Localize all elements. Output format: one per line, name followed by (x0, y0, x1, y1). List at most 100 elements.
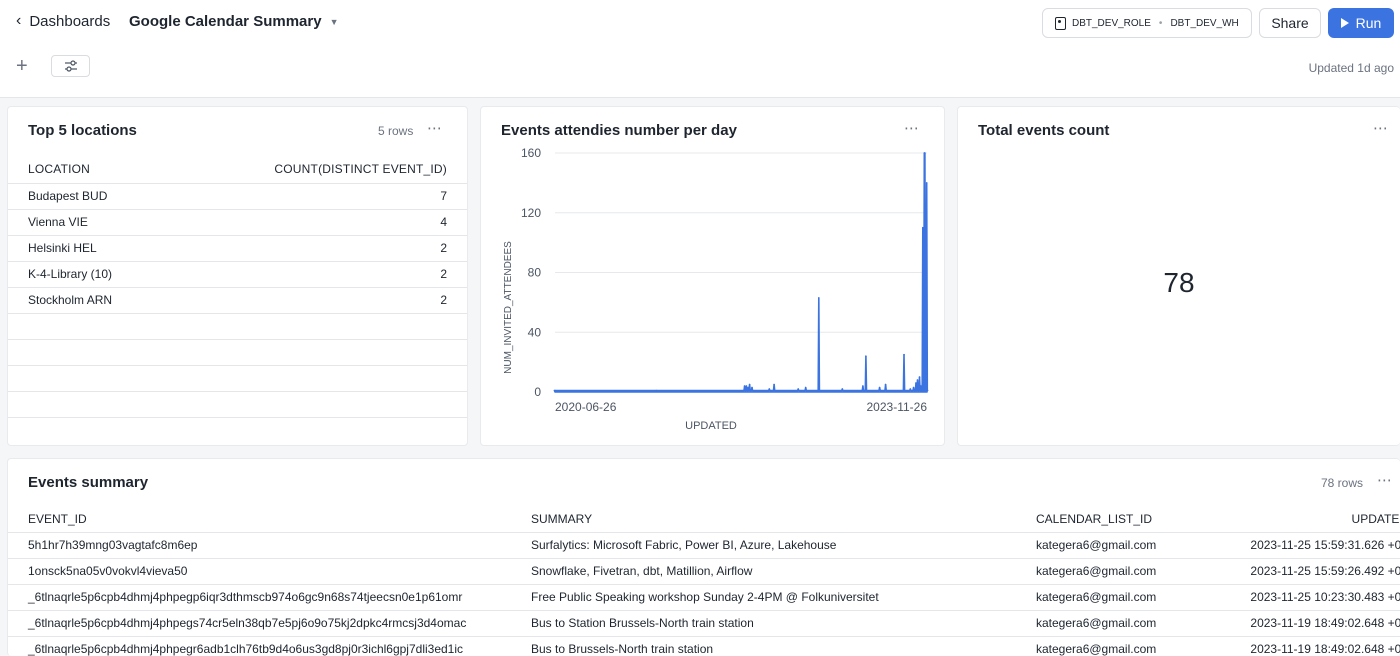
cell-summary: Snowflake, Fivetran, dbt, Matillion, Air… (531, 564, 753, 578)
cell-event-id: _6tlnaqrle5p6cpb4dhmj4phpegr6adb1clh76tb… (28, 642, 464, 656)
data-point (747, 386, 749, 389)
filters-button[interactable] (51, 55, 90, 77)
data-point (915, 382, 917, 384)
table-row: Budapest BUD 7 (8, 183, 467, 209)
cell-event-id: 5h1hr7h39mng03vagtafc8m6ep (28, 538, 198, 552)
y-tick-label: 40 (528, 325, 542, 339)
more-options-icon[interactable]: ⋯ (1377, 471, 1393, 489)
data-point (903, 353, 905, 356)
cell-count: 4 (440, 215, 447, 229)
total-events-card: Total events count ⋯ 78 (957, 106, 1400, 446)
table-header-row: EVENT_ID SUMMARY CALENDAR_LIST_ID UPDATE… (8, 506, 1400, 532)
cell-count: 2 (440, 241, 447, 255)
cell-location: Helsinki HEL (28, 241, 97, 255)
chevron-left-icon: ‹ (16, 12, 22, 29)
data-point (797, 388, 800, 390)
role-warehouse-selector[interactable]: DBT_DEV_ROLE • DBT_DEV_WH (1042, 8, 1252, 38)
sliders-icon (64, 60, 77, 72)
data-point (804, 386, 807, 389)
data-point (554, 389, 556, 392)
total-events-value: 78 (1163, 267, 1195, 298)
share-button[interactable]: Share (1259, 8, 1321, 38)
table-row: Vienna VIE 4 (8, 209, 467, 235)
empty-row (8, 339, 467, 365)
last-updated-text: Updated 1d ago (1308, 61, 1394, 75)
data-point (878, 386, 881, 389)
data-point (745, 385, 748, 387)
data-point (921, 383, 924, 386)
cell-calendar: kategera6@gmail.com (1036, 590, 1157, 604)
x-tick-label: 2023-11-26 (867, 400, 928, 414)
cell-count: 7 (440, 189, 447, 203)
role-name: DBT_DEV_ROLE (1072, 17, 1151, 29)
card-title: Top 5 locations (28, 122, 137, 139)
x-tick-label: 2020-06-26 (555, 400, 617, 414)
table-header-row: LOCATION COUNT(DISTINCT EVENT_ID) (8, 155, 467, 183)
column-header-calendar-list-id[interactable]: CALENDAR_LIST_ID (1036, 506, 1212, 532)
data-point (918, 376, 921, 378)
cell-summary: Free Public Speaking workshop Sunday 2-4… (531, 590, 879, 604)
cell-event-id: 1onsck5na05v0vokvl4vieva50 (28, 564, 188, 578)
y-tick-label: 120 (521, 206, 541, 220)
empty-row (8, 391, 467, 417)
table-row: _6tlnaqrle5p6cpb4dhmj4phpegr6adb1clh76tb… (8, 636, 1400, 656)
data-point (884, 383, 887, 386)
cell-location: Budapest BUD (28, 189, 108, 203)
play-icon (1340, 18, 1349, 28)
dashboard-header: ‹ Dashboards Google Calendar Summary ▼ D… (0, 0, 1400, 98)
data-point (912, 386, 915, 389)
back-to-dashboards-link[interactable]: ‹ Dashboards (16, 12, 110, 30)
dashboard-title: Google Calendar Summary (129, 13, 322, 30)
role-icon (1055, 16, 1066, 30)
data-point (909, 388, 912, 390)
x-axis-label: UPDATED (685, 420, 737, 432)
column-header-location[interactable]: LOCATION (8, 155, 169, 183)
column-header-event-id[interactable]: EVENT_ID (8, 506, 531, 532)
add-tile-button[interactable]: + (16, 56, 28, 76)
column-header-summary[interactable]: SUMMARY (531, 506, 1036, 532)
data-point (922, 323, 925, 326)
empty-row (8, 313, 467, 339)
more-options-icon[interactable]: ⋯ (1373, 119, 1389, 137)
cell-event-id: _6tlnaqrle5p6cpb4dhmj4phpegs74cr5eln38qb… (28, 616, 467, 630)
table-row: Helsinki HEL 2 (8, 235, 467, 261)
empty-row (8, 365, 467, 391)
cell-summary: Bus to Brussels-North train station (531, 642, 714, 656)
data-point (773, 383, 775, 386)
data-point (743, 385, 746, 387)
data-point (920, 386, 923, 389)
cell-updated: 2023-11-25 15:59:26.492 +00 (1250, 564, 1400, 578)
attendees-area-chart: 0 40 80 120 160 2020-06-26 2023-11-26 UPDATED NU… (503, 146, 929, 432)
table-row: 1onsck5na05v0vokvl4vieva50 Snowflake, Fi… (8, 558, 1400, 584)
row-count: 78 rows (1321, 476, 1364, 490)
more-options-icon[interactable]: ⋯ (427, 119, 443, 137)
dashboard-title-dropdown[interactable]: Google Calendar Summary ▼ (129, 13, 338, 30)
data-point (655, 389, 658, 392)
cell-count: 2 (440, 293, 447, 307)
warehouse-name: DBT_DEV_WH (1170, 17, 1239, 29)
y-tick-label: 80 (528, 266, 542, 280)
data-point (862, 385, 864, 387)
column-header-count[interactable]: COUNT(DISTINCT EVENT_ID) (169, 155, 467, 183)
data-point (925, 373, 927, 375)
cell-location: Vienna VIE (28, 215, 88, 229)
card-title: Total events count (978, 122, 1110, 139)
column-header-updated[interactable]: UPDATED (1212, 506, 1400, 532)
events-summary-card: Events summary 78 rows ⋯ EVENT_ID SUMMAR… (7, 458, 1400, 656)
data-point (916, 379, 919, 381)
table-row: _6tlnaqrle5p6cpb4dhmj4phpegp6iqr3dthmscb… (8, 584, 1400, 610)
table-row: 5h1hr7h39mng03vagtafc8m6ep Surfalytics: … (8, 532, 1400, 558)
attendees-chart-card: Events attendies number per day ⋯ 0 40 80 1… (480, 106, 945, 446)
cell-location: K-4-Library (10) (28, 267, 113, 281)
events-table: EVENT_ID SUMMARY CALENDAR_LIST_ID UPDATE… (8, 506, 1400, 656)
data-point (768, 388, 771, 390)
data-point (919, 385, 922, 387)
data-point (748, 383, 751, 386)
data-point (925, 182, 928, 184)
y-axis-label: NUM_INVITED_ATTENDEES (503, 241, 514, 374)
locations-table: LOCATION COUNT(DISTINCT EVENT_ID) Budape… (8, 155, 467, 418)
run-button[interactable]: Run (1328, 8, 1394, 38)
back-label: Dashboards (29, 12, 111, 30)
cell-count: 2 (440, 267, 447, 281)
cell-calendar: kategera6@gmail.com (1036, 616, 1157, 630)
